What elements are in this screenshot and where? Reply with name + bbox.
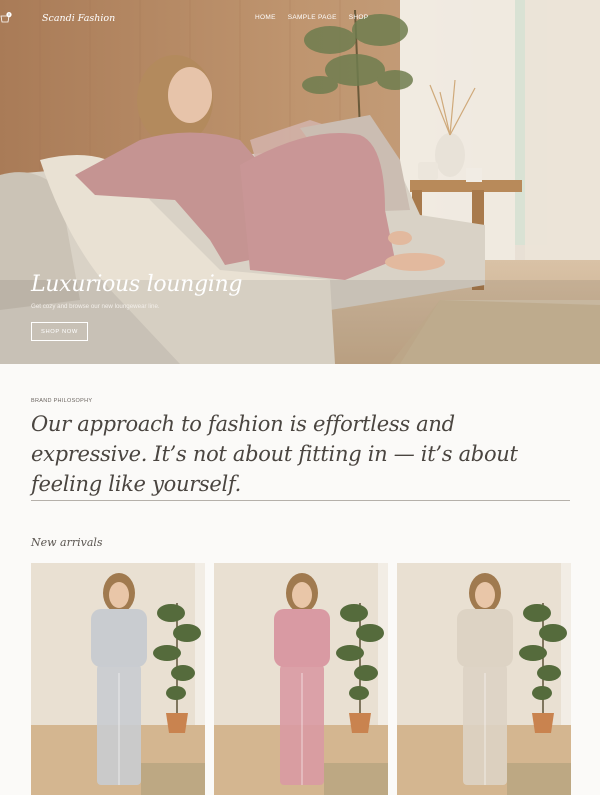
product-card[interactable]	[397, 563, 571, 795]
new-arrivals-title: New arrivals	[31, 536, 103, 549]
hero-banner: Scandi Fashion HOME SAMPLE PAGE SHOP 0 L…	[0, 0, 600, 364]
cart-icon[interactable]: 0	[0, 12, 12, 24]
philosophy-statement: Our approach to fashion is effortless an…	[31, 412, 518, 496]
product-top	[457, 609, 513, 667]
product-top	[91, 609, 147, 667]
site-logo[interactable]: Scandi Fashion	[42, 13, 115, 24]
product-image	[214, 563, 388, 795]
nav-sample-page[interactable]: SAMPLE PAGE	[288, 14, 337, 21]
philosophy-eyebrow: BRAND PHILOSOPHY	[31, 398, 93, 404]
nav-shop[interactable]: SHOP	[349, 14, 369, 21]
main-nav: HOME SAMPLE PAGE SHOP	[255, 14, 368, 21]
site-header: Scandi Fashion HOME SAMPLE PAGE SHOP 0	[0, 12, 600, 26]
product-card[interactable]	[214, 563, 388, 795]
product-top	[274, 609, 330, 667]
product-card[interactable]	[31, 563, 205, 795]
section-divider	[31, 500, 570, 501]
hero-title: Luxurious lounging	[31, 272, 243, 297]
shop-now-button[interactable]: SHOP NOW	[31, 322, 88, 341]
hero-subtitle: Get cozy and browse our new loungewear l…	[31, 303, 160, 310]
nav-home[interactable]: HOME	[255, 14, 276, 21]
product-image	[31, 563, 205, 795]
product-image	[397, 563, 571, 795]
